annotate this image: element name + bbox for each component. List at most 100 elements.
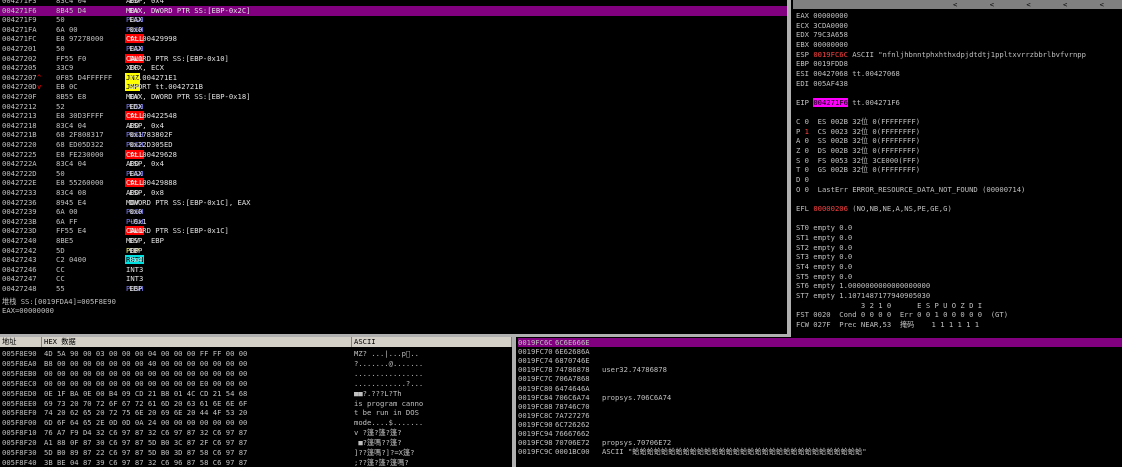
register-line[interactable]: ESP 0019FC6C ASCII "nfnljhbnntphxhthxdpj… xyxy=(796,50,1086,60)
register-line[interactable]: EFL 00000206 (NO,NB,NE,A,NS,PE,GE,G) xyxy=(796,204,952,214)
stack-row[interactable]: 0019FC84 706C6A74 propsys.706C6A74 xyxy=(518,393,1122,402)
disasm-row[interactable]: 00427246 CC INT3 xyxy=(0,265,787,275)
disasm-row[interactable]: 0042722E E8 55260000 CALL tt.00429888 xyxy=(0,178,787,188)
stack-address: 0019FC98 xyxy=(518,438,553,448)
register-line[interactable]: ST4 empty 0.0 xyxy=(796,262,852,272)
register-line[interactable]: ST3 empty 0.0 xyxy=(796,252,852,262)
register-line[interactable]: ST7 empty 1.1071487177940905030 xyxy=(796,291,930,301)
disasm-row[interactable]: 00427218 83C4 04 ADD ESP, 0x4 xyxy=(0,121,787,131)
disasm-row[interactable]: 0042720F 8B55 E8 MOV EAX, DWORD PTR SS:[EB… xyxy=(0,92,787,102)
register-line[interactable]: A 0 SS 002B 32位 0(FFFFFFFF) xyxy=(796,136,920,146)
disasm-row[interactable]: 00427247 CC INT3 xyxy=(0,274,787,284)
disasm-row[interactable]: 00427240 8BE5 MOV ESP, EBP xyxy=(0,236,787,246)
dump-row[interactable]: 005F8EC0 00 00 00 00 00 00 00 00 00 00 00… xyxy=(2,379,423,388)
disasm-row[interactable]: 00427236 8945 E4 MOV DWORD PTR SS:[EBP-0x1… xyxy=(0,198,787,208)
disasm-row[interactable]: 00427233 83C4 08 ADD ESP, 0x8 xyxy=(0,188,787,198)
dump-ascii: ■?篷嗎??篷? xyxy=(354,438,402,448)
disasm-row[interactable]: 004271FC E8 97278000 CALL tt.00429998 xyxy=(0,34,787,44)
disasm-instruction: ADD ESP, 0x8 xyxy=(125,188,164,198)
register-line[interactable]: P 1 CS 0023 32位 0(FFFFFFFF) xyxy=(796,127,920,137)
dump-header-ascii[interactable]: ASCII xyxy=(352,337,512,347)
disasm-instruction: CALL tt.00429628 xyxy=(125,149,177,160)
disasm-row[interactable]: 0042722D 50 PUSH EAX xyxy=(0,169,787,179)
disasm-row[interactable]: 00427207 ^ 0F85 D4FFFFFF JNZ tt.004271E1 xyxy=(0,72,787,83)
register-line[interactable]: EDI 005AF438 xyxy=(796,79,848,89)
stack-row[interactable]: 0019FC90 6C726262 xyxy=(518,420,1122,429)
disassembly-pane[interactable]: 004271F3 83C4 04 ADD ESP, 0x4 004271F6 8B45 … xyxy=(0,0,787,297)
dump-row[interactable]: 005F8E90 4D 5A 90 00 03 00 00 00 04 00 00… xyxy=(2,349,419,358)
register-line[interactable]: EBP 0019FDD8 xyxy=(796,59,848,69)
dump-row[interactable]: 005F8F20 A1 88 0F 87 30 C6 97 87 5D B0 3C… xyxy=(2,438,402,447)
stack-row[interactable]: 0019FC74 6870746E xyxy=(518,356,1122,365)
register-line[interactable]: EIP 004271F6 tt.004271F6 xyxy=(796,97,900,108)
register-line[interactable]: ST1 empty 0.0 xyxy=(796,233,852,243)
register-line[interactable]: ST6 empty 1.0000000000000000000 xyxy=(796,281,930,291)
disasm-row[interactable]: 00427248 55 PUSH EBP xyxy=(0,284,787,294)
disasm-row[interactable]: 00427242 5D POP EBP xyxy=(0,246,787,256)
dump-row[interactable]: 005F8EF0 74 20 62 65 20 72 75 6E 20 69 6E… xyxy=(2,408,419,417)
register-line[interactable]: EAX 00000000 xyxy=(796,11,848,21)
disasm-row[interactable]: 0042723B 6A FF PUSH -0x1 xyxy=(0,217,787,227)
register-line[interactable]: ST2 empty 0.0 xyxy=(796,243,852,253)
disasm-row[interactable]: 00427239 6A 00 PUSH 0x0 xyxy=(0,207,787,217)
dump-row[interactable]: 005F8F30 5D B0 89 87 22 C6 97 87 5D B0 3D… xyxy=(2,448,415,457)
disasm-row[interactable]: 00427205 33C9 XOR ECX, ECX xyxy=(0,63,787,73)
stack-row[interactable]: 0019FC98 70706E72 propsys.70706E72 xyxy=(518,438,1122,447)
register-line[interactable]: Z 0 DS 002B 32位 0(FFFFFFFF) xyxy=(796,146,920,156)
register-line[interactable]: T 0 GS 002B 32位 0(FFFFFFFF) xyxy=(796,165,920,175)
register-line[interactable]: O 0 LastErr ERROR_RESOURCE_DATA_NOT_FOUN… xyxy=(796,185,1025,195)
register-nav-arrows[interactable]: < < < < < xyxy=(953,0,1118,9)
disasm-row[interactable]: 00427243 C2 0400 RETN 0x4 xyxy=(0,255,787,265)
disasm-row[interactable]: 004271FA 6A 00 PUSH 0x0 xyxy=(0,25,787,35)
disasm-row[interactable]: 00427202 FF55 F0 CALL DWORD PTR SS:[EBP-0x… xyxy=(0,53,787,64)
stack-row[interactable]: 0019FC6C 6C6E666E xyxy=(518,338,1122,347)
stack-row[interactable]: 0019FC9C 0001BC00 ASCII "蛤蛤蛤蛤蛤蛤蛤蛤蛤蛤蛤蛤蛤蛤蛤蛤蛤… xyxy=(518,447,1122,456)
dump-row[interactable]: 005F8EE0 69 73 20 70 72 6F 67 72 61 6D 20… xyxy=(2,399,423,408)
register-line[interactable]: C 0 ES 002B 32位 0(FFFFFFFF) xyxy=(796,117,920,127)
disasm-row[interactable]: 0042722A 83C4 04 ADD ESP, 0x4 xyxy=(0,159,787,169)
disasm-row[interactable]: 00427212 52 PUSH EDX xyxy=(0,102,787,112)
stack-value: 76667662 xyxy=(555,429,590,438)
dump-row[interactable]: 005F8F00 6D 6F 64 65 2E 0D 0D 0A 24 00 00… xyxy=(2,418,423,427)
register-line[interactable]: ECX 3CDA0000 xyxy=(796,21,848,31)
disasm-row[interactable]: 00427201 50 PUSH EAX xyxy=(0,44,787,54)
stack-row[interactable]: 0019FC94 76667662 xyxy=(518,429,1122,438)
register-line[interactable]: 3 2 1 0 E S P U O Z D I xyxy=(796,301,982,311)
stack-row[interactable]: 0019FC70 6E62686A xyxy=(518,347,1122,356)
stack-pane[interactable]: 0019FC6C 6C6E666E 0019FC70 6E62686A 0019FC74… xyxy=(516,337,1122,467)
register-line[interactable]: S 0 FS 0053 32位 3CE000(FFF) xyxy=(796,156,920,166)
register-line[interactable]: ST0 empty 0.0 xyxy=(796,223,852,233)
register-line[interactable]: ST5 empty 0.0 xyxy=(796,272,852,282)
memory-dump-pane[interactable]: 地址 HEX 数据 ASCII 005F8E90 4D 5A 90 00 03 0… xyxy=(0,337,512,467)
disasm-row[interactable]: 0042721B 68 2F808317 PUSH 0x1783802F xyxy=(0,130,787,140)
stack-row[interactable]: 0019FC88 78746C70 xyxy=(518,402,1122,411)
dump-row[interactable]: 005F8ED0 0E 1F BA 0E 00 B4 09 CD 21 B8 01… xyxy=(2,389,402,398)
stack-row[interactable]: 0019FC8C 7A727276 xyxy=(518,411,1122,420)
disasm-row[interactable]: 0042723D FF55 E4 CALL DWORD PTR SS:[EBP-0x… xyxy=(0,226,787,236)
disasm-row[interactable]: 00427225 E8 FE230000 CALL tt.00429628 xyxy=(0,149,787,160)
stack-row[interactable]: 0019FC7C 706A7868 xyxy=(518,374,1122,383)
disasm-instruction: CALL tt.00429888 xyxy=(125,178,177,188)
register-line[interactable]: EBX 00000000 xyxy=(796,40,848,50)
disasm-row[interactable]: 00427213 E8 30D3FFFF CALL tt.00422548 xyxy=(0,111,787,121)
register-line[interactable]: ESI 00427068 tt.00427068 xyxy=(796,69,900,79)
disasm-row[interactable]: 004271F6 8B45 D4 MOV EAX, DWORD PTR SS:[EB… xyxy=(0,5,787,16)
stack-row[interactable]: 0019FC80 6474646A xyxy=(518,384,1122,393)
registers-pane[interactable]: 寄存器 (FPU) < < < < < EAX 00000000 ECX 3CDA… xyxy=(791,0,1122,337)
dump-row[interactable]: 005F8EA0 B8 00 00 00 00 00 00 00 40 00 00… xyxy=(2,359,423,368)
disasm-row[interactable]: 0042720D v EB 0C JMP SHORT tt.0042721B xyxy=(0,82,787,92)
dump-header-address[interactable]: 地址 xyxy=(0,337,42,347)
dump-ascii: MZ? ...|...p .. xyxy=(354,349,419,358)
dump-row[interactable]: 005F8F10 76 A7 F9 D4 32 C6 97 87 32 C6 97… xyxy=(2,428,402,437)
disasm-row[interactable]: 004271F9 50 PUSH EAX xyxy=(0,15,787,25)
register-line[interactable]: EDX 79C3A658 xyxy=(796,30,848,40)
register-line[interactable]: FST 0020 Cond 0 0 0 0 Err 0 0 1 0 0 0 0 … xyxy=(796,310,1008,320)
dump-row[interactable]: 005F8F40 3B BE 04 87 39 C6 97 87 32 C6 96… xyxy=(2,458,409,467)
operands: ESP, 0x4 xyxy=(129,120,164,130)
stack-row[interactable]: 0019FC78 74786878 user32.74786878 xyxy=(518,365,1122,374)
dump-header-hex[interactable]: HEX 数据 xyxy=(42,337,352,347)
dump-row[interactable]: 005F8EB0 00 00 00 00 00 00 00 00 00 00 00… xyxy=(2,369,423,378)
register-line[interactable]: D 0 xyxy=(796,175,809,185)
disasm-row[interactable]: 00427220 68 ED05D322 PUSH 0x22D305ED xyxy=(0,140,787,150)
register-line[interactable]: FCW 027F Prec NEAR,53 掩码 1 1 1 1 1 1 xyxy=(796,320,979,330)
